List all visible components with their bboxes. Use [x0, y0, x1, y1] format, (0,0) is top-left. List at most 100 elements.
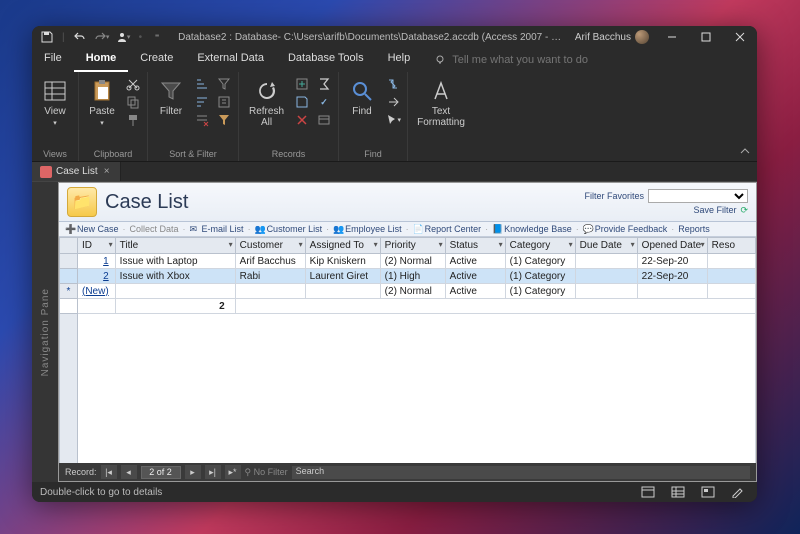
cell-customer[interactable]: Arif Bacchus	[235, 254, 305, 269]
select-icon[interactable]: ▾	[385, 112, 401, 128]
cell-reso[interactable]	[707, 269, 755, 284]
spelling-icon[interactable]: ✓	[316, 94, 332, 110]
col-assigned-to[interactable]: Assigned To▾	[305, 238, 380, 254]
tab-database-tools[interactable]: Database Tools	[276, 48, 376, 72]
collapse-ribbon-icon[interactable]	[739, 145, 753, 159]
record-search-input[interactable]: Search	[292, 466, 750, 479]
filter-indicator[interactable]: ⚲ No Filter	[245, 467, 288, 478]
cell-customer[interactable]: Rabi	[235, 269, 305, 284]
cell-assigned[interactable]: Kip Kniskern	[305, 254, 380, 269]
cell[interactable]	[235, 284, 305, 299]
cell-due[interactable]	[575, 254, 637, 269]
qat-overflow-icon[interactable]: ⁼	[148, 28, 166, 46]
toggle-filter-icon[interactable]	[216, 112, 232, 128]
cell-priority[interactable]: (1) High	[380, 269, 445, 284]
first-record-button[interactable]: |◂	[101, 465, 117, 479]
maximize-button[interactable]	[689, 26, 723, 48]
cell-title[interactable]: Issue with Xbox	[115, 269, 235, 284]
close-button[interactable]	[723, 26, 757, 48]
col-title[interactable]: Title▾	[115, 238, 235, 254]
chevron-down-icon[interactable]: ▾	[631, 240, 635, 249]
tab-home[interactable]: Home	[74, 48, 129, 72]
col-due-date[interactable]: Due Date▾	[575, 238, 637, 254]
cell-priority[interactable]: (2) Normal	[380, 284, 445, 299]
chevron-down-icon[interactable]: ▾	[569, 240, 573, 249]
cell[interactable]	[575, 284, 637, 299]
row-selector[interactable]	[60, 269, 78, 284]
next-record-button[interactable]: ▸	[185, 465, 201, 479]
chevron-down-icon[interactable]: ▾	[374, 240, 378, 249]
cell-status[interactable]: Active	[445, 284, 505, 299]
prev-record-button[interactable]: ◂	[121, 465, 137, 479]
tb-new-case[interactable]: ➕New Case	[65, 224, 119, 234]
cell[interactable]	[305, 284, 380, 299]
tb-reports[interactable]: Reports	[678, 224, 710, 234]
cell-opened[interactable]: 22-Sep-20	[637, 254, 707, 269]
new-record-icon[interactable]	[294, 76, 310, 92]
sort-asc-icon[interactable]	[194, 76, 210, 92]
cell-title[interactable]: Issue with Laptop	[115, 254, 235, 269]
tell-me-search[interactable]	[422, 48, 757, 72]
tab-external-data[interactable]: External Data	[185, 48, 276, 72]
cell-reso[interactable]	[707, 254, 755, 269]
more-records-icon[interactable]	[316, 112, 332, 128]
cell-assigned[interactable]: Laurent Giret	[305, 269, 380, 284]
navigation-pane-collapsed[interactable]: Navigation Pane	[32, 182, 58, 482]
text-formatting-button[interactable]: Text Formatting	[414, 76, 468, 130]
col-status[interactable]: Status▾	[445, 238, 505, 254]
redo-icon[interactable]: ▾	[93, 28, 111, 46]
col-customer[interactable]: Customer▾	[235, 238, 305, 254]
advanced-filter-icon[interactable]	[216, 94, 232, 110]
design-view-button[interactable]	[727, 484, 749, 500]
user-account[interactable]: Arif Bacchus	[569, 30, 655, 44]
cell-category[interactable]: (1) Category	[505, 269, 575, 284]
col-opened-date[interactable]: Opened Date▾	[637, 238, 707, 254]
chevron-down-icon[interactable]: ▾	[109, 240, 113, 249]
sort-desc-icon[interactable]	[194, 94, 210, 110]
user-dropdown-icon[interactable]: ▾	[115, 28, 133, 46]
totals-icon[interactable]	[316, 76, 332, 92]
row-selector-header[interactable]	[60, 238, 78, 254]
tb-customer-list[interactable]: 👥Customer List	[255, 224, 323, 234]
col-id[interactable]: ID▾	[78, 238, 116, 254]
tb-knowledge-base[interactable]: 📘Knowledge Base	[492, 224, 572, 234]
save-filter-link[interactable]: Save Filter	[693, 205, 736, 215]
tell-me-input[interactable]	[452, 54, 632, 66]
refresh-all-button[interactable]: Refresh All	[245, 76, 288, 130]
record-position-input[interactable]	[141, 466, 181, 479]
find-button[interactable]: Find	[345, 76, 379, 119]
cut-icon[interactable]	[125, 76, 141, 92]
datasheet-view-button[interactable]	[667, 484, 689, 500]
cell[interactable]	[115, 284, 235, 299]
layout-view-button[interactable]	[697, 484, 719, 500]
col-priority[interactable]: Priority▾	[380, 238, 445, 254]
cell-due[interactable]	[575, 269, 637, 284]
tb-employee-list[interactable]: 👥Employee List	[333, 224, 402, 234]
cell-id[interactable]: 1	[78, 254, 116, 269]
tb-report-center[interactable]: 📄Report Center	[413, 224, 482, 234]
new-record-nav-button[interactable]: ▸*	[225, 465, 241, 479]
doctab-case-list[interactable]: Case List ×	[32, 162, 121, 181]
tab-help[interactable]: Help	[376, 48, 423, 72]
tb-email-list[interactable]: ✉E-mail List	[190, 224, 244, 234]
cell-priority[interactable]: (2) Normal	[380, 254, 445, 269]
filter-button[interactable]: Filter	[154, 76, 188, 119]
cell-category[interactable]: (1) Category	[505, 284, 575, 299]
new-record-row[interactable]: * (New) (2) Normal Active (1) Category	[60, 284, 756, 299]
refresh-filter-icon[interactable]: ⟳	[740, 205, 748, 216]
filter-favorites-dropdown[interactable]	[648, 189, 748, 203]
form-view-button[interactable]	[637, 484, 659, 500]
replace-icon[interactable]	[385, 76, 401, 92]
chevron-down-icon[interactable]: ▾	[439, 240, 443, 249]
table-row[interactable]: 2 Issue with Xbox Rabi Laurent Giret (1)…	[60, 269, 756, 284]
tb-collect-data[interactable]: Collect Data	[130, 224, 179, 234]
close-tab-icon[interactable]: ×	[102, 166, 112, 177]
row-selector[interactable]	[60, 254, 78, 269]
cell-new-id[interactable]: (New)	[78, 284, 116, 299]
goto-icon[interactable]	[385, 94, 401, 110]
col-category[interactable]: Category▾	[505, 238, 575, 254]
chevron-down-icon[interactable]: ▾	[299, 240, 303, 249]
tb-provide-feedback[interactable]: 💬Provide Feedback	[583, 224, 668, 234]
cell-id[interactable]: 2	[78, 269, 116, 284]
last-record-button[interactable]: ▸|	[205, 465, 221, 479]
